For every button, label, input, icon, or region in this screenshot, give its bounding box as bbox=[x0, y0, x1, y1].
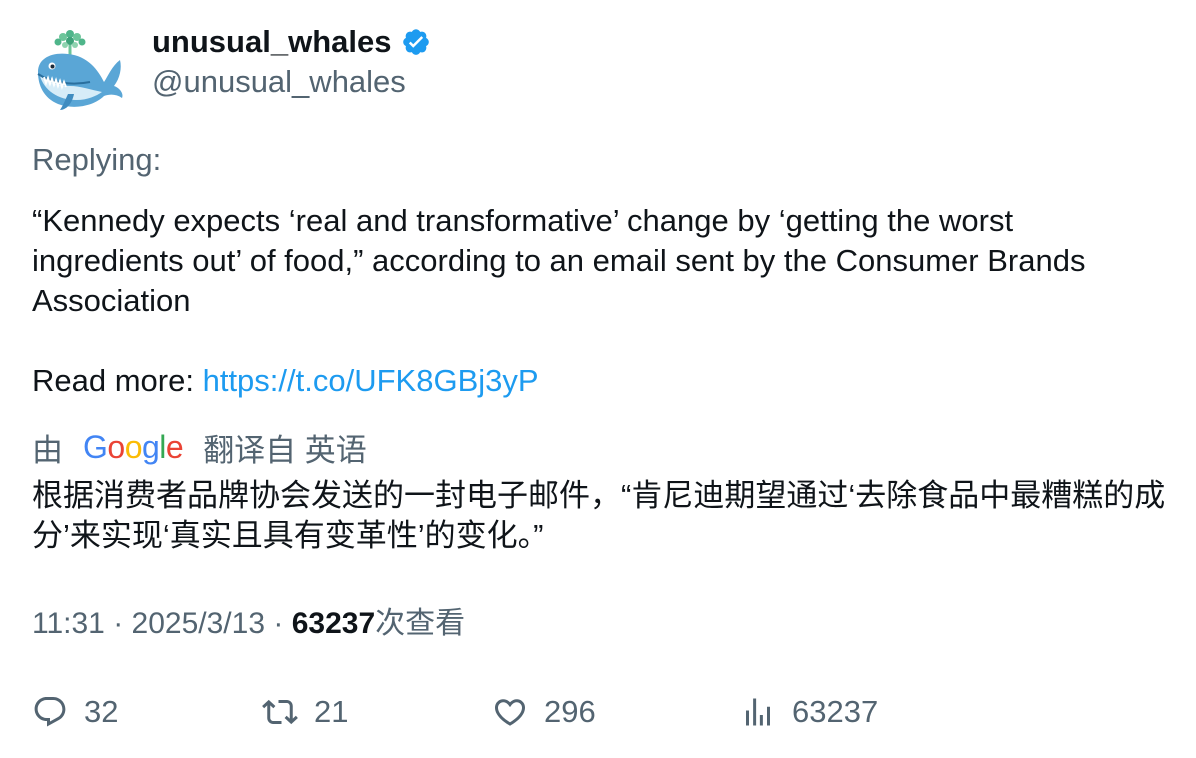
whale-logo-icon bbox=[37, 30, 123, 110]
tweet-time[interactable]: 11:31 bbox=[32, 607, 105, 640]
translation-attribution: 由 Google 翻译自 英语 bbox=[32, 426, 367, 468]
like-button[interactable]: 296 bbox=[492, 690, 596, 734]
repost-count: 21 bbox=[314, 694, 349, 729]
reply-button[interactable]: 32 bbox=[32, 690, 118, 734]
read-more-line: Read more: https://t.co/UFK8GBj3yP bbox=[32, 361, 539, 401]
analytics-icon bbox=[746, 698, 770, 726]
views-count: 63237 bbox=[291, 607, 376, 640]
repost-button[interactable]: 21 bbox=[262, 690, 348, 734]
translated-text: 根据消费者品牌协会发送的一封电子邮件，“肯尼迪期望通过‘去除食品中最糟糕的成分’… bbox=[32, 478, 1166, 553]
tweet-body: “Kennedy expects ‘real and transformativ… bbox=[32, 201, 1172, 321]
meta-separator: · bbox=[273, 607, 284, 640]
translated-from-label[interactable]: 翻译自 英语 bbox=[203, 425, 367, 470]
author-name-text: unusual_whales bbox=[152, 24, 392, 59]
translated-by-label: 由 bbox=[32, 432, 63, 468]
tweet-meta: 11:31 · 2025/3/13 · 63237次查看 bbox=[32, 604, 465, 644]
views-button[interactable]: 63237 bbox=[740, 690, 878, 734]
like-count: 296 bbox=[544, 694, 596, 729]
replying-label: Replying: bbox=[32, 142, 162, 177]
verified-badge-icon[interactable] bbox=[401, 27, 431, 57]
reply-icon bbox=[34, 697, 66, 727]
tweet-link[interactable]: https://t.co/UFK8GBj3yP bbox=[203, 363, 539, 398]
read-more-label: Read more: bbox=[32, 363, 194, 398]
tweet-card: unusual_whales @unusual_whales Replying:… bbox=[0, 0, 1196, 758]
google-logo-icon: Google bbox=[83, 428, 184, 465]
tweet-date[interactable]: 2025/3/13 bbox=[132, 607, 265, 640]
avatar[interactable] bbox=[30, 24, 126, 112]
heart-icon bbox=[494, 699, 526, 726]
views-action-count: 63237 bbox=[792, 694, 879, 729]
author-handle[interactable]: @unusual_whales bbox=[152, 62, 406, 102]
reply-count: 32 bbox=[84, 694, 119, 729]
repost-icon bbox=[262, 699, 298, 725]
author-display-name[interactable]: unusual_whales bbox=[152, 22, 431, 62]
meta-separator: · bbox=[113, 607, 124, 640]
views-label: 次查看 bbox=[375, 607, 466, 640]
tweet-body-text: “Kennedy expects ‘real and transformativ… bbox=[32, 203, 1086, 318]
action-bar: 32 21 296 63237 bbox=[32, 690, 1172, 734]
